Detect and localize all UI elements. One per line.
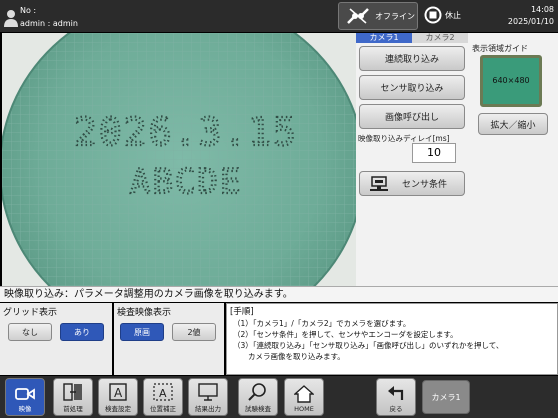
procedure-step-3-cont: カメラ画像を取り込みます。 (233, 352, 345, 361)
home-button[interactable]: HOME (284, 378, 324, 416)
status-message: 映像取り込み：パラメータ調整用のカメラ画像を取り込みます。 (0, 286, 558, 302)
tab-camera1[interactable]: カメラ1 (356, 33, 412, 43)
tab-camera2[interactable]: カメラ2 (412, 33, 468, 43)
procedure-step-1: （1）「カメラ1」/「カメラ2」でカメラを選びます。 (233, 319, 411, 328)
position-correction-label: 位置補正 (150, 405, 176, 413)
position-correction-icon: A (153, 383, 173, 401)
position-correction-button[interactable]: A 位置補正 (143, 378, 183, 416)
sensor-icon (370, 175, 388, 191)
original-image-button[interactable]: 原画 (120, 323, 164, 341)
preprocess-icon (63, 383, 82, 401)
procedure-step-2: （2）「センサ条件」を押して、センサやエンコーダを設定します。 (233, 330, 458, 339)
inspection-display-group: 検査映像表示 原画 2値 (114, 303, 224, 375)
grid-display-group: グリッド表示 なし あり (0, 303, 112, 375)
capture-delay-input[interactable]: 10 (412, 143, 456, 163)
procedure-step-3: （3）「連続取り込み」「センサ取り込み」「画像呼び出し」のいずれかを押して、 (233, 341, 504, 350)
guide-resolution: 640×480 (492, 76, 530, 85)
stop-label: 休止 (445, 10, 461, 20)
monitor-icon (198, 383, 218, 401)
video-button[interactable]: 映像 (5, 378, 45, 416)
grid-display-title: グリッド表示 (3, 308, 58, 318)
printed-text-date: 2026.3.15 (74, 110, 298, 154)
top-bar: No : admin : admin オフライン 休止 14:08 2025/0… (0, 0, 558, 32)
inspection-display-title: 検査映像表示 (117, 308, 172, 318)
stop-icon (424, 6, 442, 24)
user-name: admin : admin (20, 19, 78, 28)
user-no: No : (20, 6, 37, 15)
sensor-condition-button[interactable]: センサ条件 (359, 171, 465, 196)
procedure-title: [手順] (230, 307, 254, 317)
back-button[interactable]: 戻る (376, 378, 416, 416)
zoom-button[interactable]: 拡大／縮小 (478, 113, 548, 135)
preprocess-label: 前処理 (63, 405, 83, 413)
result-output-button[interactable]: 結果出力 (188, 378, 228, 416)
camera-select-button[interactable]: カメラ1 (422, 380, 470, 414)
procedure-box: [手順] （1）「カメラ1」/「カメラ2」でカメラを選びます。 （2）「センサ条… (226, 303, 558, 375)
offline-button[interactable]: オフライン (338, 2, 418, 30)
camera-view[interactable]: 2026.3.15 ABCDE (2, 33, 356, 286)
clock: 14:08 2025/01/10 (508, 4, 554, 28)
continuous-capture-button[interactable]: 連続取り込み (359, 46, 465, 71)
binary-image-button[interactable]: 2値 (172, 323, 216, 341)
svg-text:A: A (114, 386, 123, 400)
back-arrow-icon (388, 386, 404, 400)
sensor-condition-label: センサ条件 (402, 180, 448, 190)
home-label: HOME (294, 405, 314, 413)
inspection-settings-button[interactable]: A 検査設定 (98, 378, 138, 416)
capture-panel: カメラ1 カメラ2 連続取り込み センサ取り込み 画像呼び出し 映像取り込みディ… (356, 33, 468, 286)
inspection-settings-icon: A (109, 383, 127, 401)
user-icon (4, 10, 18, 27)
result-output-label: 結果出力 (195, 405, 221, 413)
clock-date: 2025/01/10 (507, 17, 554, 26)
camera-image: 2026.3.15 ABCDE (2, 33, 356, 286)
home-icon (294, 385, 314, 403)
offline-label: オフライン (375, 11, 415, 21)
grid-on-button[interactable]: あり (60, 323, 104, 341)
printed-text-code: ABCDE (130, 162, 242, 202)
image-recall-button[interactable]: 画像呼び出し (359, 104, 465, 129)
video-camera-icon (15, 388, 35, 400)
bottom-toolbar: 映像 前処理 A 検査設定 A 位置補正 結果出力 試験検査 HOME 戻る カ… (0, 376, 558, 418)
sensor-capture-button[interactable]: センサ取り込み (359, 75, 465, 100)
guide-title: 表示領域ガイド (472, 44, 528, 53)
guide-thumbnail[interactable]: 640×480 (480, 55, 542, 107)
svg-text:A: A (159, 387, 167, 400)
video-label: 映像 (18, 405, 32, 413)
plug-disconnected-icon (347, 8, 369, 24)
test-inspection-label: 試験検査 (245, 405, 271, 413)
test-inspection-button[interactable]: 試験検査 (238, 378, 278, 416)
preprocess-button[interactable]: 前処理 (53, 378, 93, 416)
stop-button[interactable]: 休止 (424, 6, 461, 24)
display-area-guide: 表示領域ガイド 640×480 拡大／縮小 (468, 33, 558, 286)
grid-off-button[interactable]: なし (8, 323, 52, 341)
magnifier-icon (248, 383, 266, 401)
inspection-settings-label: 検査設定 (105, 405, 131, 413)
clock-time: 14:08 (530, 5, 554, 14)
back-label: 戻る (389, 405, 403, 413)
